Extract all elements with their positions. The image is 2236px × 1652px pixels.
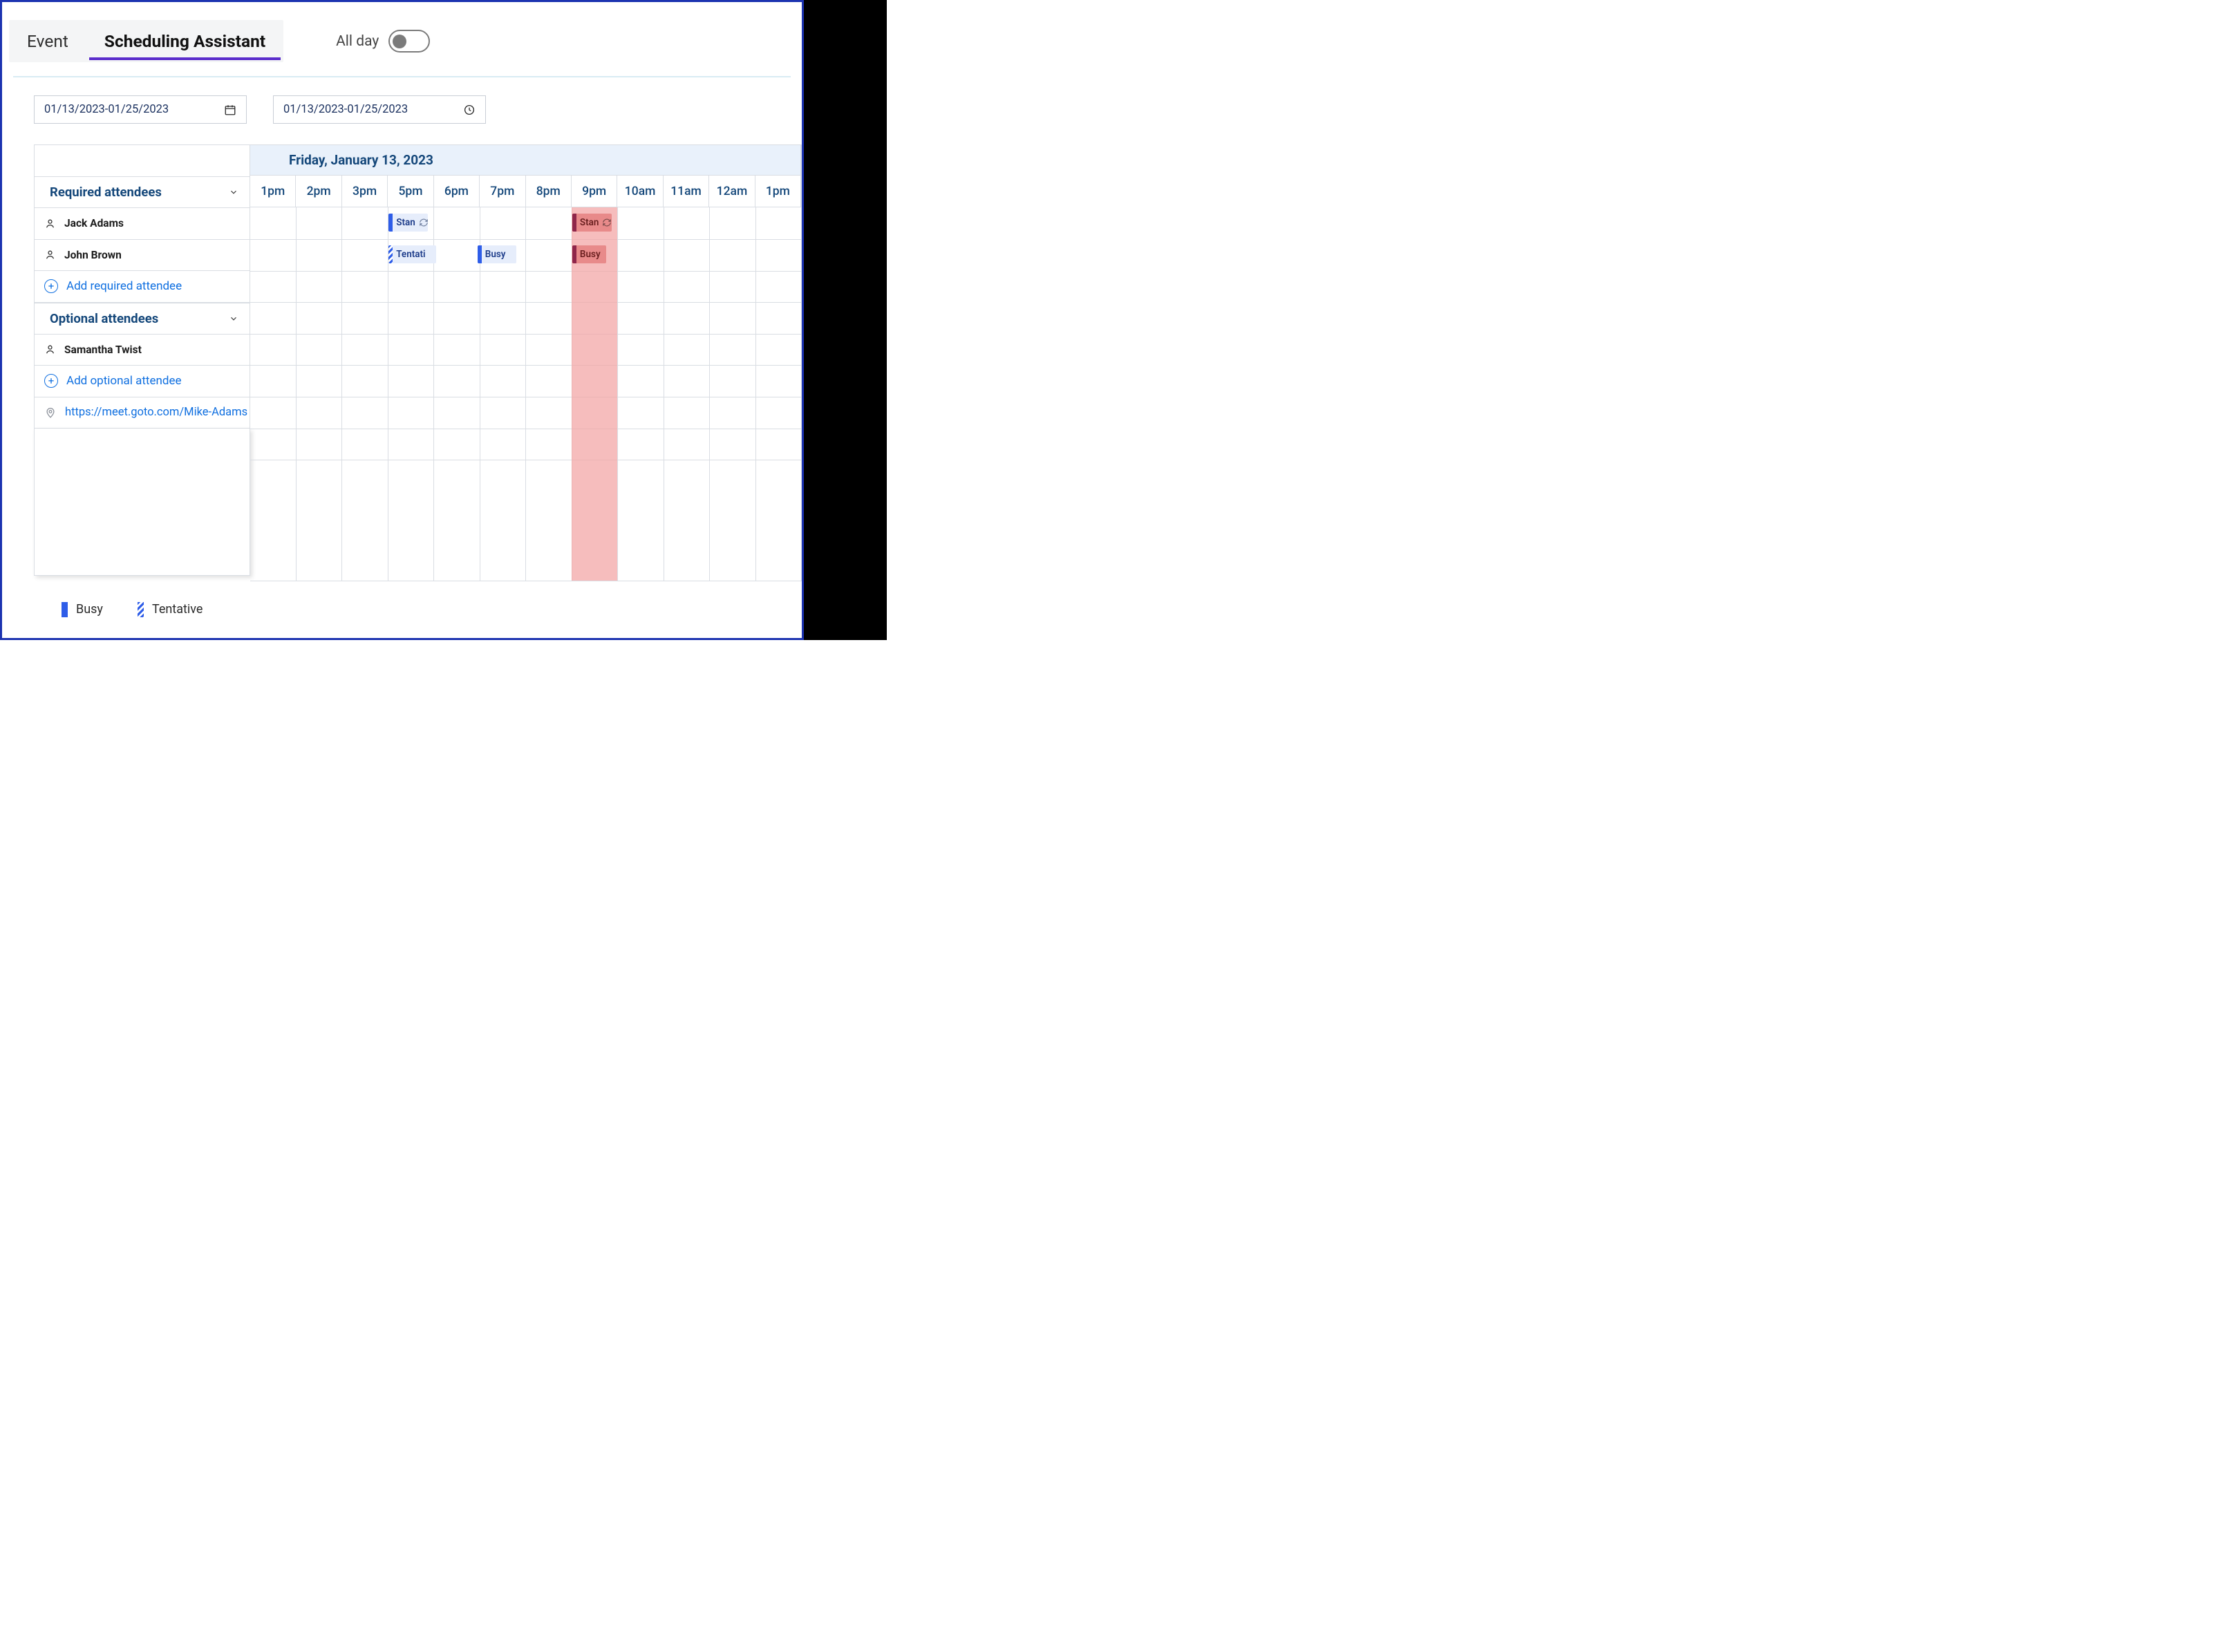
event-label: Busy (580, 249, 601, 260)
availability-grid[interactable]: Friday, January 13, 2023 1pm2pm3pm5pm6pm… (250, 144, 802, 581)
time-column: 2pm (295, 176, 341, 207)
time-range-input[interactable]: 01/13/2023-01/25/2023 (273, 95, 486, 124)
required-section-header[interactable]: Required attendees (34, 176, 250, 208)
legend: Busy Tentative (2, 581, 802, 617)
time-column: 12am (708, 176, 754, 207)
location-pin-icon (44, 406, 57, 419)
person-icon (44, 249, 56, 261)
date-range-value: 01/13/2023-01/25/2023 (44, 103, 169, 116)
event-label: Stan (580, 217, 599, 228)
attendee-name: Jack Adams (64, 217, 124, 229)
time-column: 8pm (525, 176, 571, 207)
event-label: Tentati (396, 249, 425, 260)
recurring-icon (602, 218, 612, 227)
busy-swatch (62, 602, 68, 617)
required-section-label: Required attendees (50, 185, 162, 200)
all-day-toggle[interactable] (388, 30, 430, 53)
calendar-icon (224, 104, 236, 116)
day-header: Friday, January 13, 2023 (250, 144, 801, 176)
time-range-value: 01/13/2023-01/25/2023 (283, 103, 408, 116)
plus-circle-icon: + (44, 279, 58, 293)
event-jack-5pm[interactable]: Stan (388, 214, 428, 232)
legend-tentative-label: Tentative (152, 602, 203, 617)
tab-event[interactable]: Event (9, 20, 86, 62)
optional-section-label: Optional attendees (50, 311, 158, 326)
time-header: 1pm2pm3pm5pm6pm7pm8pm9pm10am11am12am1pm (250, 176, 801, 207)
event-john-5pm-tentative[interactable]: Tentati (388, 245, 436, 263)
attendee-panel-top-blank (34, 144, 250, 176)
add-optional-label: Add optional attendee (66, 374, 182, 388)
attendee-row[interactable]: John Brown (34, 240, 250, 272)
scheduling-assistant-frame: Event Scheduling Assistant All day 01/13… (0, 0, 804, 640)
person-icon (44, 218, 56, 229)
legend-tentative: Tentative (138, 602, 203, 617)
date-time-row: 01/13/2023-01/25/2023 01/13/2023-01/25/2… (2, 77, 802, 124)
meeting-link-row[interactable]: https://meet.goto.com/Mike-Adams (34, 397, 250, 429)
time-column: 7pm (479, 176, 525, 207)
plus-circle-icon: + (44, 374, 58, 388)
time-column: 6pm (433, 176, 479, 207)
event-john-7pm-busy[interactable]: Busy (478, 245, 516, 263)
legend-busy-label: Busy (76, 602, 103, 617)
time-column: 11am (663, 176, 708, 207)
attendee-name: Samantha Twist (64, 344, 142, 356)
event-label: Stan (396, 217, 415, 228)
meeting-link: https://meet.goto.com/Mike-Adams (65, 406, 247, 419)
day-header-label: Friday, January 13, 2023 (289, 152, 433, 168)
topbar: Event Scheduling Assistant All day (2, 20, 802, 62)
scheduler: Required attendees Jack Adams John Brown… (34, 144, 802, 581)
grid-body[interactable]: Stan Tentati Busy Stan (250, 207, 801, 581)
chevron-down-icon (229, 314, 238, 323)
add-optional-attendee[interactable]: + Add optional attendee (34, 366, 250, 397)
date-range-input[interactable]: 01/13/2023-01/25/2023 (34, 95, 247, 124)
event-john-9pm-conflict[interactable]: Busy (572, 245, 606, 263)
recurring-icon (419, 218, 429, 227)
all-day-control: All day (336, 30, 430, 53)
attendee-panel: Required attendees Jack Adams John Brown… (34, 144, 250, 581)
optional-section-header[interactable]: Optional attendees (34, 303, 250, 335)
attendee-name: John Brown (64, 249, 122, 261)
time-column: 5pm (387, 176, 433, 207)
tab-scheduling-assistant[interactable]: Scheduling Assistant (86, 20, 283, 62)
chevron-down-icon (229, 187, 238, 197)
tab-strip: Event Scheduling Assistant (9, 20, 283, 62)
selected-time-band[interactable] (572, 207, 617, 581)
time-column: 1pm (755, 176, 800, 207)
time-column: 1pm (250, 176, 295, 207)
person-icon (44, 344, 56, 355)
legend-busy: Busy (62, 602, 103, 617)
attendee-row[interactable]: Jack Adams (34, 208, 250, 240)
time-column: 9pm (571, 176, 617, 207)
blackout-strip (804, 0, 887, 640)
time-column: 10am (617, 176, 662, 207)
event-jack-9pm-conflict[interactable]: Stan (572, 214, 612, 232)
add-required-label: Add required attendee (66, 279, 182, 293)
tentative-swatch (138, 602, 144, 617)
all-day-label: All day (336, 33, 379, 50)
time-column: 3pm (341, 176, 387, 207)
attendee-panel-blank-space (34, 429, 250, 576)
event-label: Busy (485, 249, 506, 260)
attendee-row[interactable]: Samantha Twist (34, 335, 250, 366)
add-required-attendee[interactable]: + Add required attendee (34, 271, 250, 303)
clock-icon (463, 104, 476, 116)
